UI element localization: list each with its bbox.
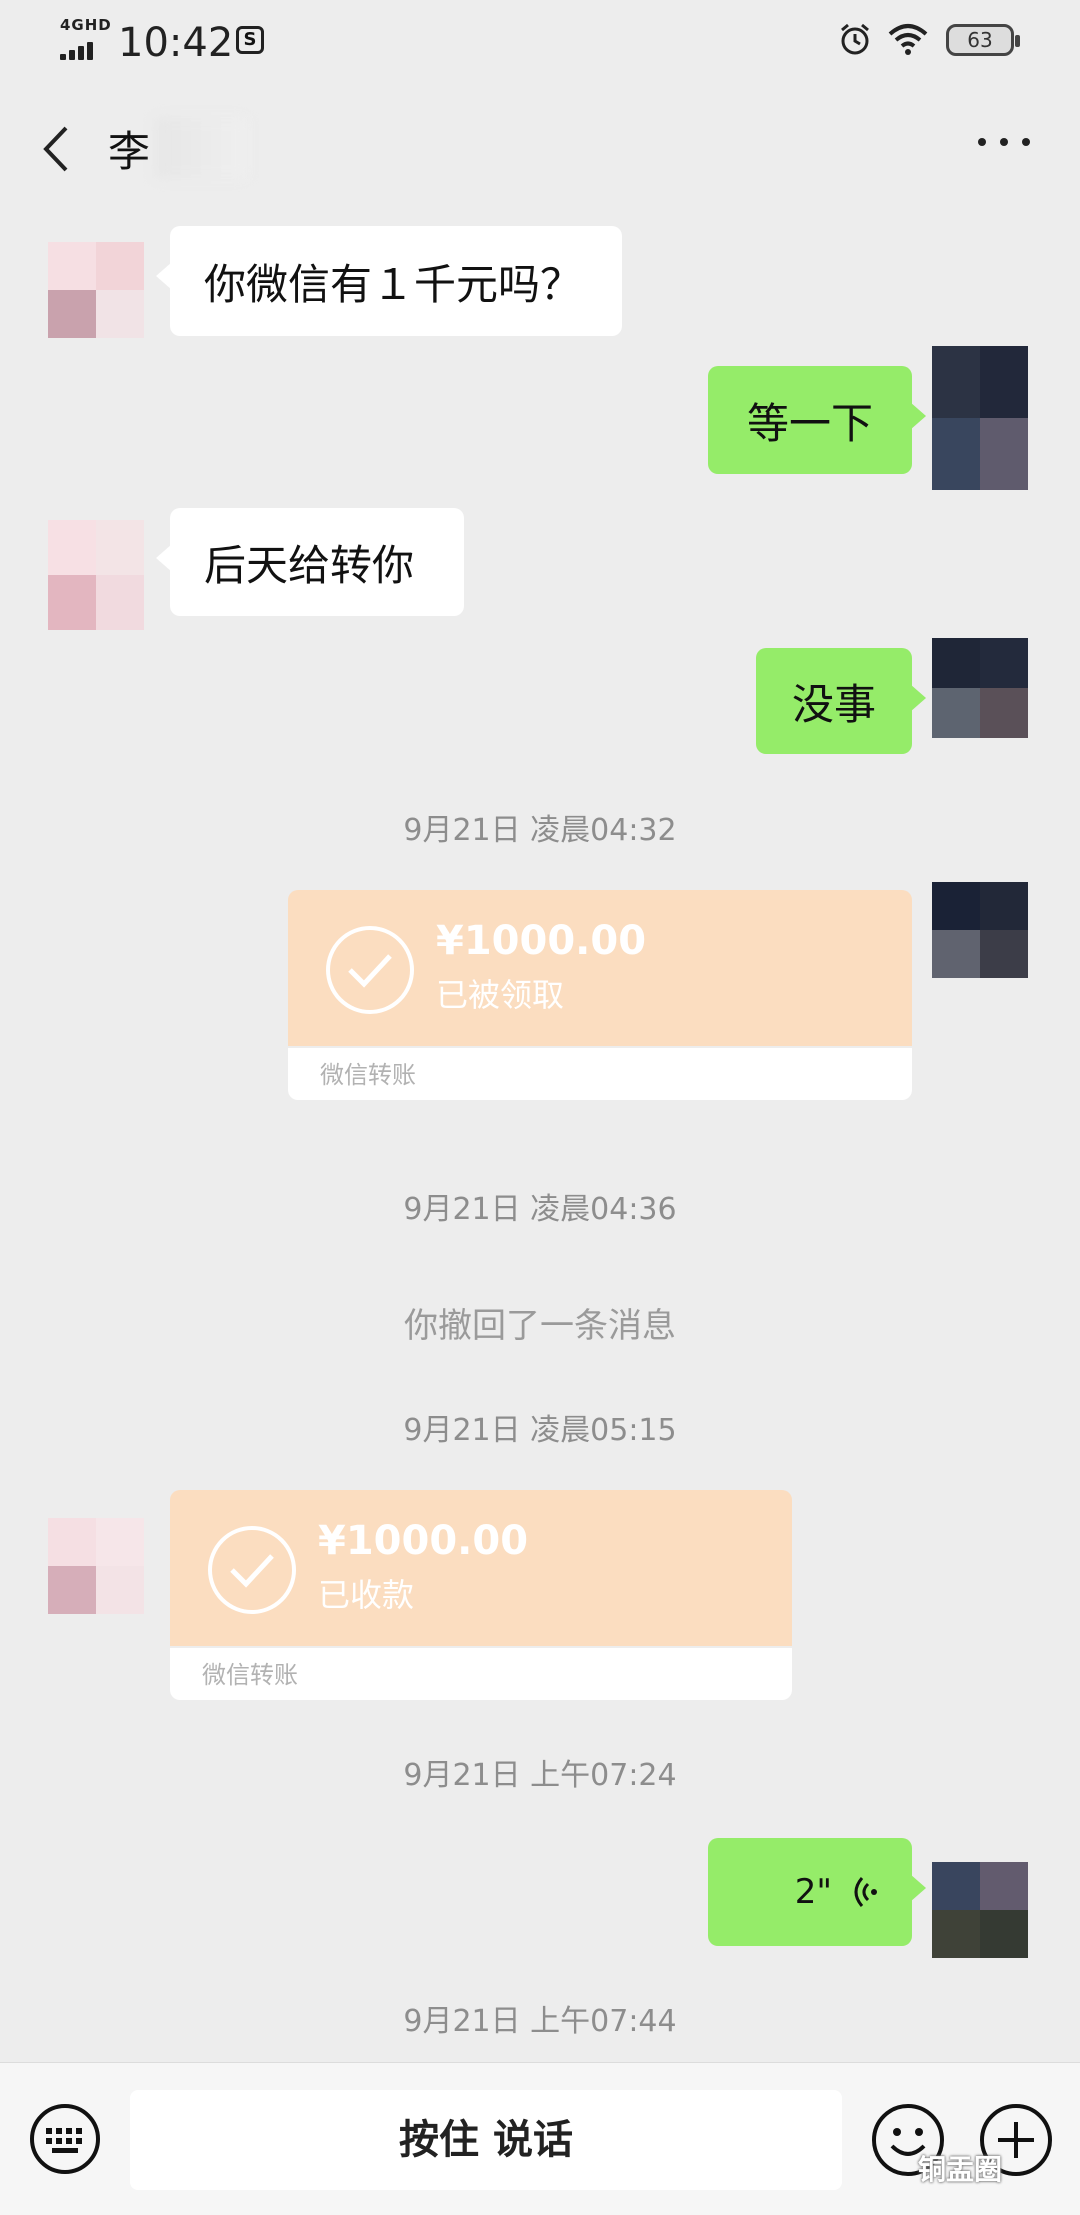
- timestamp: 9月21日 上午07:24: [403, 1758, 677, 1793]
- timestamp: 9月21日 凌晨04:36: [403, 1192, 677, 1227]
- app-notification-icon: S: [236, 26, 264, 54]
- battery-icon: 63: [946, 24, 1020, 56]
- transfer-amount: ¥1000.00: [436, 918, 647, 964]
- timestamp: 9月21日 上午07:44: [403, 2004, 677, 2039]
- more-dots-icon[interactable]: [976, 128, 1032, 156]
- hold-to-talk-button[interactable]: 按住 说话: [130, 2090, 842, 2190]
- transfer-status: 已被领取: [436, 976, 565, 1014]
- system-message: 你撤回了一条消息: [404, 1306, 676, 1346]
- voice-wave-icon: [854, 1877, 877, 1907]
- voice-duration: 2": [794, 1872, 832, 1912]
- message-text: 没事: [791, 679, 876, 729]
- message-bubble[interactable]: 后天给转你: [156, 508, 464, 616]
- my-avatar[interactable]: [932, 882, 1028, 978]
- timestamp: 9月21日 凌晨05:15: [403, 1413, 677, 1448]
- check-circle-icon: [326, 926, 414, 1014]
- contact-avatar[interactable]: [48, 520, 144, 630]
- watermark: 铜盂圈: [918, 2153, 1003, 2186]
- check-circle-icon: [208, 1526, 296, 1614]
- message-bubble[interactable]: 你微信有１千元吗？: [156, 226, 622, 336]
- message-text: 后天给转你: [204, 540, 415, 590]
- transfer-status: 已收款: [318, 1576, 415, 1614]
- wifi-icon: [888, 24, 928, 55]
- contact-avatar[interactable]: [48, 242, 144, 338]
- transfer-label: 微信转账: [320, 1061, 416, 1089]
- transfer-card[interactable]: ¥1000.00 已收款 微信转账: [170, 1490, 792, 1700]
- chevron-left-icon[interactable]: [38, 124, 78, 174]
- title-blur-mask: [156, 118, 246, 178]
- network-type: 4GHD: [60, 16, 112, 34]
- my-avatar[interactable]: [932, 346, 1028, 490]
- message-text: 等一下: [746, 398, 873, 448]
- transfer-amount: ¥1000.00: [318, 1518, 529, 1564]
- message-bubble[interactable]: 没事: [756, 648, 926, 754]
- status-bar: 4GHD 10:42 S 63: [0, 0, 1080, 90]
- clock: 10:42: [118, 20, 234, 66]
- chat-title: 李: [108, 127, 151, 176]
- transfer-card[interactable]: ¥1000.00 已被领取 微信转账: [288, 890, 912, 1100]
- timestamp: 9月21日 凌晨04:32: [403, 813, 677, 848]
- message-bubble[interactable]: 等一下: [708, 366, 926, 474]
- voice-message[interactable]: 2": [708, 1838, 926, 1946]
- my-avatar[interactable]: [932, 1862, 1028, 1958]
- contact-avatar[interactable]: [48, 1518, 144, 1614]
- keyboard-icon[interactable]: [28, 2102, 102, 2176]
- my-avatar[interactable]: [932, 638, 1028, 738]
- transfer-label: 微信转账: [202, 1661, 298, 1689]
- message-text: 你微信有１千元吗？: [204, 259, 583, 309]
- alarm-icon: [841, 23, 869, 55]
- signal-icon: [60, 40, 100, 60]
